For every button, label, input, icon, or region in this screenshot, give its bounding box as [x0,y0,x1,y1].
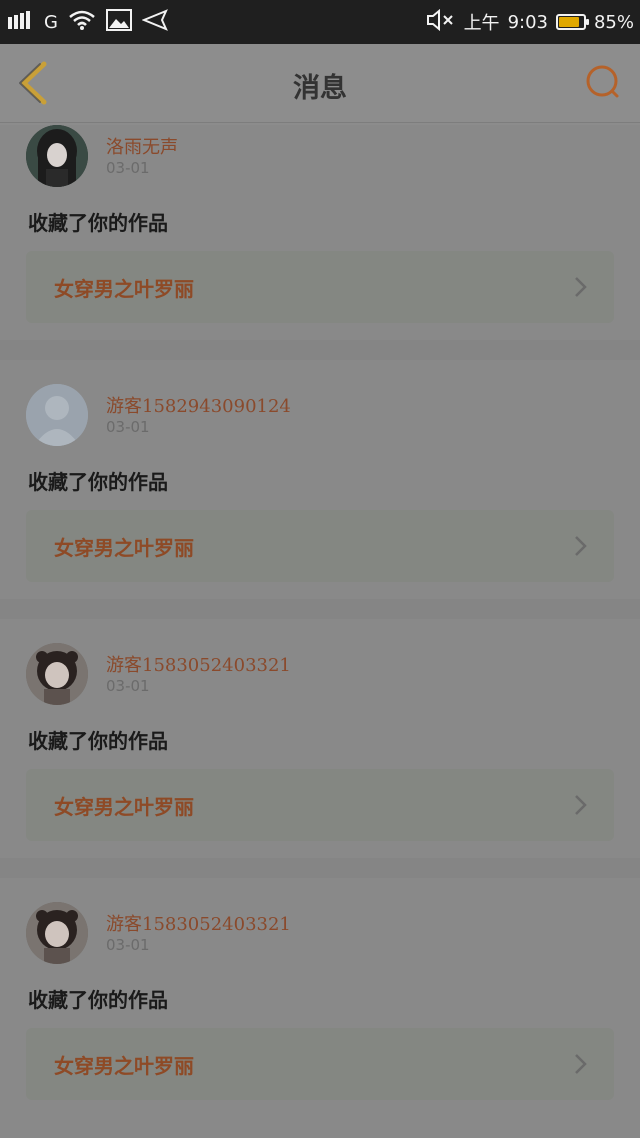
send-icon [141,9,168,35]
separator [0,599,640,619]
search-button[interactable] [584,62,624,102]
chevron-right-icon [574,535,588,557]
work-title: 女穿男之叶罗丽 [54,795,194,819]
message-date: 03-01 [106,677,150,695]
work-link[interactable]: 女穿男之叶罗丽 [26,510,614,582]
action-text: 收藏了你的作品 [28,211,168,235]
battery-fill [558,17,579,27]
time-prefix: 上午 [463,13,500,34]
battery-icon [555,14,589,30]
work-title: 女穿男之叶罗丽 [54,1054,194,1078]
work-link[interactable]: 女穿男之叶罗丽 [26,769,614,841]
message-date: 03-01 [106,936,150,954]
work-link[interactable]: 女穿男之叶罗丽 [26,251,614,323]
chevron-right-icon [574,1053,588,1075]
message-card: 游客1582943090124 03-01 收藏了你的作品 女穿男之叶罗丽 [0,360,640,599]
username[interactable]: 游客1583052403321 [106,651,291,677]
signal-icon [8,11,34,33]
chevron-right-icon [574,276,588,298]
work-title: 女穿男之叶罗丽 [54,277,194,301]
battery-percent: 85% [593,11,634,33]
message-date: 03-01 [106,418,150,436]
avatar[interactable] [26,902,88,964]
action-text: 收藏了你的作品 [28,988,168,1012]
page-title: 消息 [293,73,347,104]
header: 消息 [0,44,640,123]
work-link[interactable]: 女穿男之叶罗丽 [26,1028,614,1100]
wifi-icon [68,9,96,35]
action-text: 收藏了你的作品 [28,729,168,753]
clock: 9:03 [507,11,548,33]
status-bar: G 上午 9:03 85% [0,0,640,44]
avatar[interactable] [26,643,88,705]
action-text: 收藏了你的作品 [28,470,168,494]
message-date: 03-01 [106,159,150,177]
search-icon [584,65,624,106]
username[interactable]: 游客1583052403321 [106,910,291,936]
image-icon [105,9,132,35]
separator [0,340,640,360]
username[interactable]: 游客1582943090124 [106,392,291,418]
separator [0,858,640,878]
username[interactable]: 洛雨无声 [106,133,178,159]
message-card: 洛雨无声 03-01 收藏了你的作品 女穿男之叶罗丽 [0,125,640,340]
avatar[interactable] [26,384,88,446]
network-type: G [44,11,58,33]
message-card: 游客1583052403321 03-01 收藏了你的作品 女穿男之叶罗丽 [0,619,640,858]
work-title: 女穿男之叶罗丽 [54,536,194,560]
message-card: 游客1583052403321 03-01 收藏了你的作品 女穿男之叶罗丽 [0,878,640,1138]
chevron-right-icon [574,794,588,816]
mute-icon [426,8,456,36]
avatar[interactable] [26,125,88,187]
